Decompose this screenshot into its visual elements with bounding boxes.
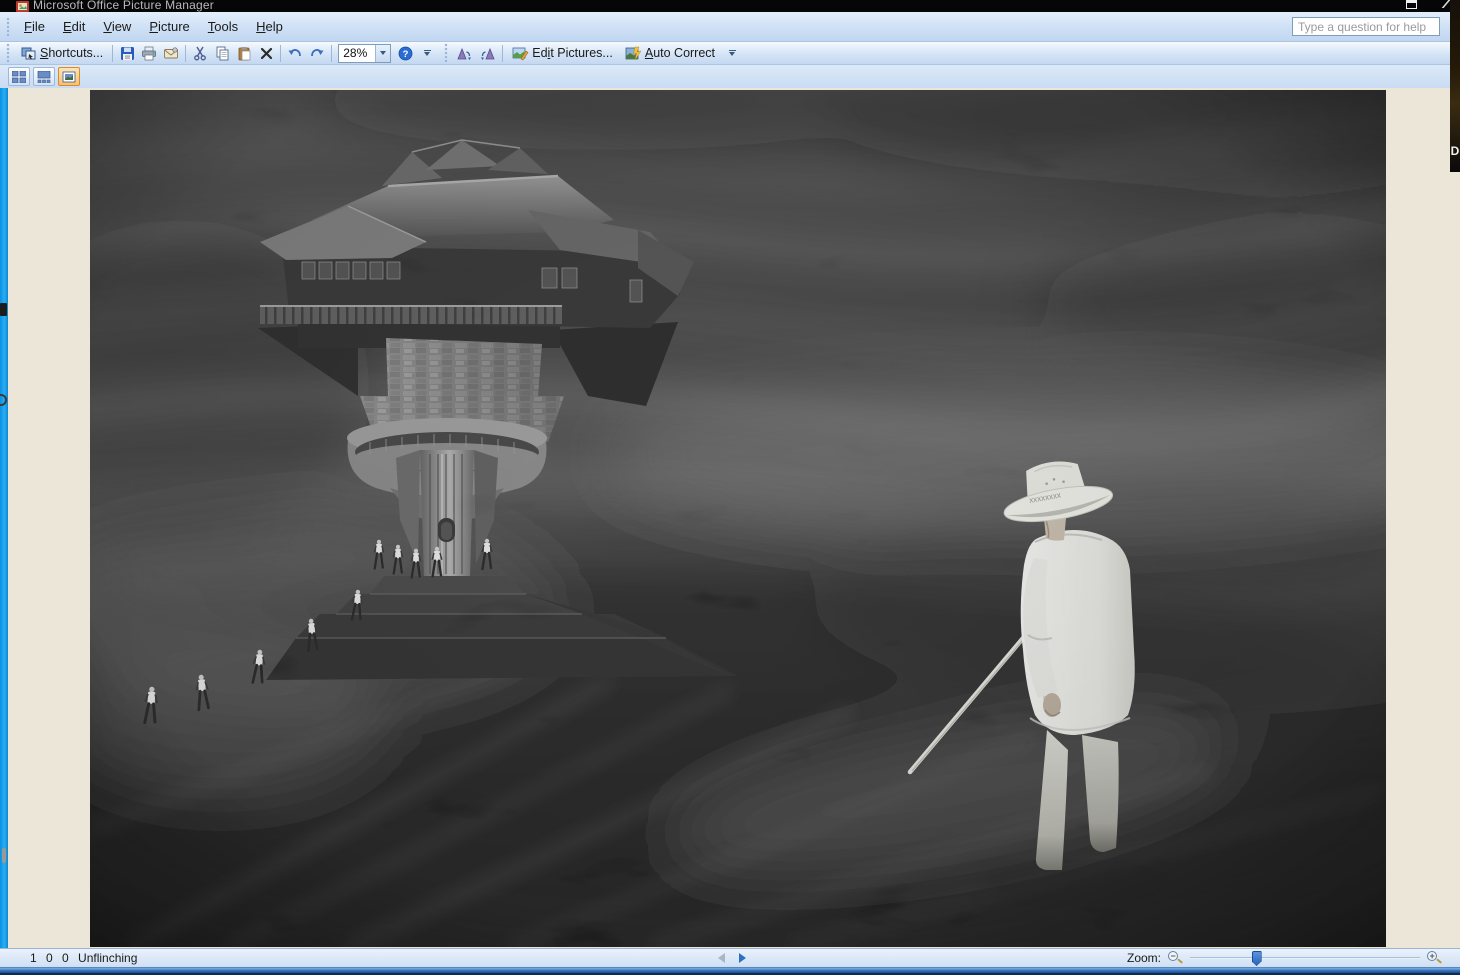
help-question-input[interactable]: [1292, 17, 1440, 36]
delete-button[interactable]: [255, 43, 277, 63]
window-title: Microsoft Office Picture Manager: [33, 0, 214, 12]
filmstrip-view-icon: [37, 71, 51, 83]
menu-picture[interactable]: Picture: [140, 15, 198, 38]
toolbar-drag-handle[interactable]: [6, 43, 11, 63]
mail-button[interactable]: [160, 43, 182, 63]
rotate-left-button[interactable]: [453, 43, 476, 63]
screen: Microsoft Office Picture Manager File Ed…: [0, 0, 1460, 975]
menu-view[interactable]: View: [94, 15, 140, 38]
menu-edit[interactable]: Edit: [54, 15, 94, 38]
viewer-content-area: xxxxxxxx: [0, 88, 1460, 948]
auto-correct-icon: [625, 46, 642, 61]
overlapping-window-strip: D: [1450, 0, 1460, 172]
next-picture-button[interactable]: [739, 953, 746, 963]
mail-icon: [163, 46, 179, 61]
zoom-value: 28%: [339, 46, 375, 60]
menu-help[interactable]: Help: [247, 15, 292, 38]
cut-icon: [193, 46, 207, 61]
help-icon: ?: [398, 46, 413, 61]
toolbar-options-button[interactable]: [420, 43, 434, 63]
screen-artifact: [0, 303, 7, 316]
paste-icon: [237, 46, 252, 61]
auto-correct-button[interactable]: Auto Correct: [619, 43, 721, 63]
cut-button[interactable]: [189, 43, 211, 63]
redo-button[interactable]: [306, 43, 328, 63]
zoom-in-button[interactable]: +: [1427, 951, 1442, 966]
print-icon: [141, 46, 157, 61]
app-icon: [16, 1, 29, 12]
zoom-slider[interactable]: [1190, 951, 1420, 965]
window-bottom-edge: [0, 967, 1460, 975]
view-mode-bar: [0, 65, 1460, 88]
zoom-slider-track[interactable]: [1190, 957, 1420, 959]
undo-button[interactable]: [284, 43, 306, 63]
overlay-letter: D: [1451, 144, 1460, 158]
toolbar2-options-button[interactable]: [725, 43, 739, 63]
rotate-right-button[interactable]: [476, 43, 499, 63]
undo-icon: [287, 46, 303, 60]
rotate-left-icon: [456, 46, 473, 61]
separator: [280, 45, 281, 62]
menu-file[interactable]: File: [15, 15, 54, 38]
rotate-right-icon: [479, 46, 496, 61]
single-picture-view-icon: [62, 71, 76, 83]
separator: [112, 45, 113, 62]
zoom-combobox[interactable]: 28%: [338, 44, 391, 63]
svg-text:?: ?: [402, 49, 408, 60]
copy-button[interactable]: [211, 43, 233, 63]
separator: [331, 45, 332, 62]
filmstrip-view-button[interactable]: [33, 67, 55, 86]
paste-button[interactable]: [233, 43, 255, 63]
menubar-drag-handle[interactable]: [6, 17, 11, 37]
menu-bar: File Edit View Picture Tools Help: [0, 12, 1460, 42]
separator: [185, 45, 186, 62]
edit-pictures-button[interactable]: Edit Pictures...: [506, 43, 619, 63]
print-button[interactable]: [138, 43, 160, 63]
restore-icon: [1406, 0, 1417, 9]
screen-artifact: [2, 848, 6, 863]
photo-canvas: xxxxxxxx: [90, 90, 1386, 947]
shortcuts-icon: [21, 46, 37, 61]
thumbnail-view-button[interactable]: [8, 67, 30, 86]
thumbnail-view-icon: [12, 71, 26, 83]
standard-toolbar: Shortcuts...: [0, 42, 1460, 65]
edit-pictures-icon: [512, 46, 529, 61]
zoom-label: Zoom:: [1127, 951, 1161, 965]
menu-tools[interactable]: Tools: [199, 15, 247, 38]
title-bar: Microsoft Office Picture Manager: [0, 0, 1460, 12]
chevron-down-icon: [729, 52, 735, 56]
separator: [502, 45, 503, 62]
copy-icon: [215, 46, 230, 61]
chevron-down-icon: [424, 52, 430, 56]
status-bar: 1 0 0 Unflinching Zoom: − +: [0, 948, 1460, 967]
single-picture-view-button[interactable]: [58, 67, 80, 86]
zoom-dropdown-button[interactable]: [375, 45, 390, 62]
restore-window-button[interactable]: [1403, 0, 1419, 11]
titlebar-artifact: [1434, 0, 1451, 8]
photo-unflinching: xxxxxxxx: [90, 90, 1386, 947]
help-button[interactable]: ?: [394, 43, 416, 63]
toolbar2-drag-handle[interactable]: [444, 43, 449, 63]
zoom-slider-thumb[interactable]: [1252, 951, 1262, 966]
status-text: 1 0 0 Unflinching: [30, 951, 137, 965]
save-button[interactable]: [116, 43, 138, 63]
previous-picture-button[interactable]: [718, 953, 725, 963]
delete-icon: [260, 47, 273, 60]
shortcuts-button[interactable]: Shortcuts...: [15, 43, 109, 63]
chevron-down-icon: [380, 51, 386, 55]
save-icon: [120, 46, 135, 61]
zoom-out-button[interactable]: −: [1168, 951, 1183, 966]
redo-icon: [309, 46, 325, 60]
window-left-edge: [0, 88, 8, 968]
